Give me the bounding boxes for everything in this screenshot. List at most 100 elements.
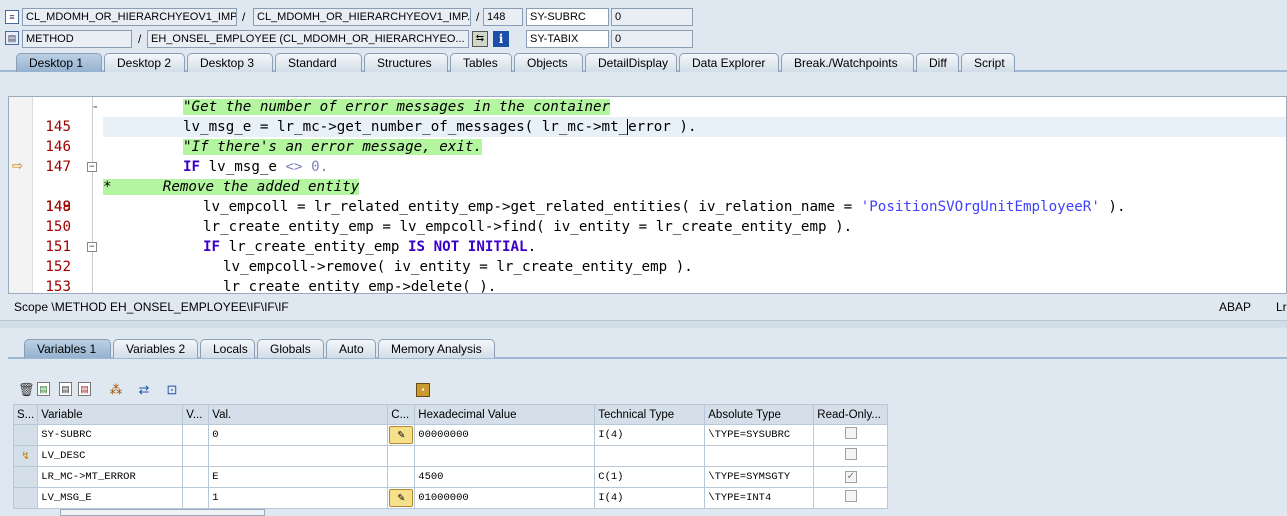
fold-dash: -	[91, 99, 100, 115]
save-icon[interactable]: ▪	[416, 383, 430, 397]
variable-cell[interactable]: LR_MC->MT_ERROR	[37, 466, 184, 488]
column-header[interactable]: Hexadecimal Value	[414, 404, 596, 425]
tab-globals[interactable]: Globals	[257, 339, 324, 358]
column-header[interactable]: Technical Type	[594, 404, 706, 425]
fold-toggle-icon[interactable]: −	[87, 162, 97, 172]
readonly-cell	[813, 487, 889, 509]
insert-variable-icon[interactable]: ▤	[37, 382, 50, 396]
tab-data-explorer[interactable]: Data Explorer	[679, 53, 779, 72]
change-cell: ✎	[387, 487, 416, 509]
technical-type-cell: I(4)	[594, 487, 706, 509]
variable-cell[interactable]: LV_DESC	[37, 445, 184, 467]
variable-cell[interactable]: SY-SUBRC	[37, 424, 184, 446]
row-selector[interactable]	[12, 466, 39, 488]
absolute-type-cell[interactable]	[704, 445, 815, 467]
scope-label: Scope \METHOD EH_ONSEL_EMPLOYEE\IF\IF\IF	[14, 300, 289, 314]
status-marker-icon[interactable]: ↯	[12, 445, 39, 467]
code-keyword: IF	[183, 159, 201, 175]
code-line: 145 - "Get the number of error messages …	[9, 97, 1286, 135]
source-editor[interactable]: 145 - "Get the number of error messages …	[8, 96, 1287, 294]
tab-auto[interactable]: Auto	[326, 339, 376, 358]
delete-icon[interactable]: 🗑	[18, 382, 35, 398]
edit-pencil-icon[interactable]: ✎	[389, 426, 414, 444]
event-field[interactable]: EH_ONSEL_EMPLOYEE (CL_MDOMH_OR_HIERARCHY…	[147, 30, 469, 48]
tab-desktop-1[interactable]: Desktop 1	[16, 53, 102, 72]
tab-desktop-3[interactable]: Desktop 3	[187, 53, 273, 72]
readonly-cell	[813, 445, 889, 467]
load-icon[interactable]: ▤	[59, 382, 72, 396]
variable-cell[interactable]: LV_MSG_E	[37, 487, 184, 509]
column-header[interactable]: V...	[182, 404, 210, 425]
save-layout-icon[interactable]: ▤	[78, 382, 91, 396]
table-row[interactable]: LR_MC->MT_ERROR E 4500 C(1) \TYPE=SYMSGT…	[12, 466, 889, 488]
v-cell	[182, 424, 210, 446]
filter-icon[interactable]: ⊡	[164, 382, 180, 398]
code-comment: "Get the number of error messages in the…	[183, 99, 611, 115]
code-text: ).	[1099, 199, 1126, 215]
navigate-icon[interactable]: ⇆	[472, 31, 488, 47]
tab-script[interactable]: Script	[961, 53, 1015, 72]
hex-cell[interactable]: 4500	[414, 466, 596, 488]
code-comment: * Remove the added entity	[103, 179, 360, 195]
tab-diff[interactable]: Diff	[916, 53, 959, 72]
hex-cell[interactable]: 00000000	[414, 424, 596, 446]
separator: /	[138, 32, 142, 46]
sy-field-name-2[interactable]: SY-TABIX	[526, 30, 609, 48]
splitter[interactable]	[0, 320, 1287, 328]
navigate-to-icon[interactable]: ⇄	[136, 382, 152, 398]
sy-field-value-2[interactable]: 0	[611, 30, 693, 48]
code-line: 151 lr_create_entity_emp = lv_empcoll->f…	[9, 217, 1286, 255]
desktop-tabs: Desktop 1 Desktop 2 Desktop 3 Standard S…	[16, 53, 1017, 72]
value-cell[interactable]: 0	[208, 424, 389, 446]
tab-standard[interactable]: Standard	[275, 53, 362, 72]
tab-objects[interactable]: Objects	[514, 53, 583, 72]
table-row[interactable]: SY-SUBRC 0 ✎ 00000000 I(4) \TYPE=SYSUBRC	[12, 424, 889, 446]
sy-field-name-1[interactable]: SY-SUBRC	[526, 8, 609, 26]
tab-tables[interactable]: Tables	[450, 53, 512, 72]
fold-toggle-icon[interactable]: −	[87, 242, 97, 252]
tab-variables-1[interactable]: Variables 1	[24, 339, 111, 358]
type-field[interactable]: METHOD	[22, 30, 132, 48]
change-cell: ✎	[387, 424, 416, 446]
absolute-type-cell[interactable]: \TYPE=SYMSGTY	[704, 466, 815, 488]
hex-cell[interactable]	[414, 445, 596, 467]
absolute-type-cell[interactable]: \TYPE=INT4	[704, 487, 815, 509]
column-header[interactable]: Val.	[208, 404, 389, 425]
tab-detaildisplay[interactable]: DetailDisplay	[585, 53, 677, 72]
language-label: ABAP	[1219, 300, 1252, 314]
code-text: lv_msg_e = lr_mc->get_number_of_messages…	[183, 119, 628, 135]
include-field[interactable]: CL_MDOMH_OR_HIERARCHYEOV1_IMP...	[253, 8, 471, 26]
change-cell	[387, 466, 416, 488]
sy-field-value-1[interactable]: 0	[611, 8, 693, 26]
absolute-type-cell[interactable]: \TYPE=SYSUBRC	[704, 424, 815, 446]
column-header[interactable]: C...	[387, 404, 416, 425]
tab-variables-2[interactable]: Variables 2	[113, 339, 198, 358]
program-icon: ≡	[5, 10, 19, 24]
value-cell[interactable]: E	[208, 466, 389, 488]
program-field[interactable]: CL_MDOMH_OR_HIERARCHYEOV1_IMP...	[22, 8, 237, 26]
table-row[interactable]: ↯ LV_DESC	[12, 445, 889, 467]
table-row[interactable]: LV_MSG_E 1 ✎ 01000000 I(4) \TYPE=INT4	[12, 487, 889, 509]
code-line: 149 * Remove the added entity	[9, 177, 1286, 215]
row-selector[interactable]	[12, 487, 39, 509]
method-icon: ▤	[5, 31, 19, 45]
hex-cell[interactable]: 01000000	[414, 487, 596, 509]
tab-memory-analysis[interactable]: Memory Analysis	[378, 339, 495, 358]
info-icon[interactable]: i	[493, 31, 509, 47]
v-cell	[182, 487, 210, 509]
value-cell[interactable]	[208, 445, 389, 467]
tab-structures[interactable]: Structures	[364, 53, 448, 72]
column-header[interactable]: Absolute Type	[704, 404, 815, 425]
row-selector[interactable]	[12, 424, 39, 446]
hierarchy-icon[interactable]: ⁂	[108, 382, 124, 398]
horizontal-scrollbar[interactable]	[60, 509, 265, 516]
tab-desktop-2[interactable]: Desktop 2	[104, 53, 185, 72]
column-header[interactable]: Variable	[37, 404, 184, 425]
value-cell[interactable]: 1	[208, 487, 389, 509]
column-header[interactable]: Read-Only...	[813, 404, 889, 425]
line-number-field[interactable]: 148	[483, 8, 523, 26]
column-header[interactable]: S...	[12, 404, 39, 425]
tab-locals[interactable]: Locals	[200, 339, 255, 358]
edit-pencil-icon[interactable]: ✎	[389, 489, 414, 507]
tab-break-watchpoints[interactable]: Break./Watchpoints	[781, 53, 914, 72]
